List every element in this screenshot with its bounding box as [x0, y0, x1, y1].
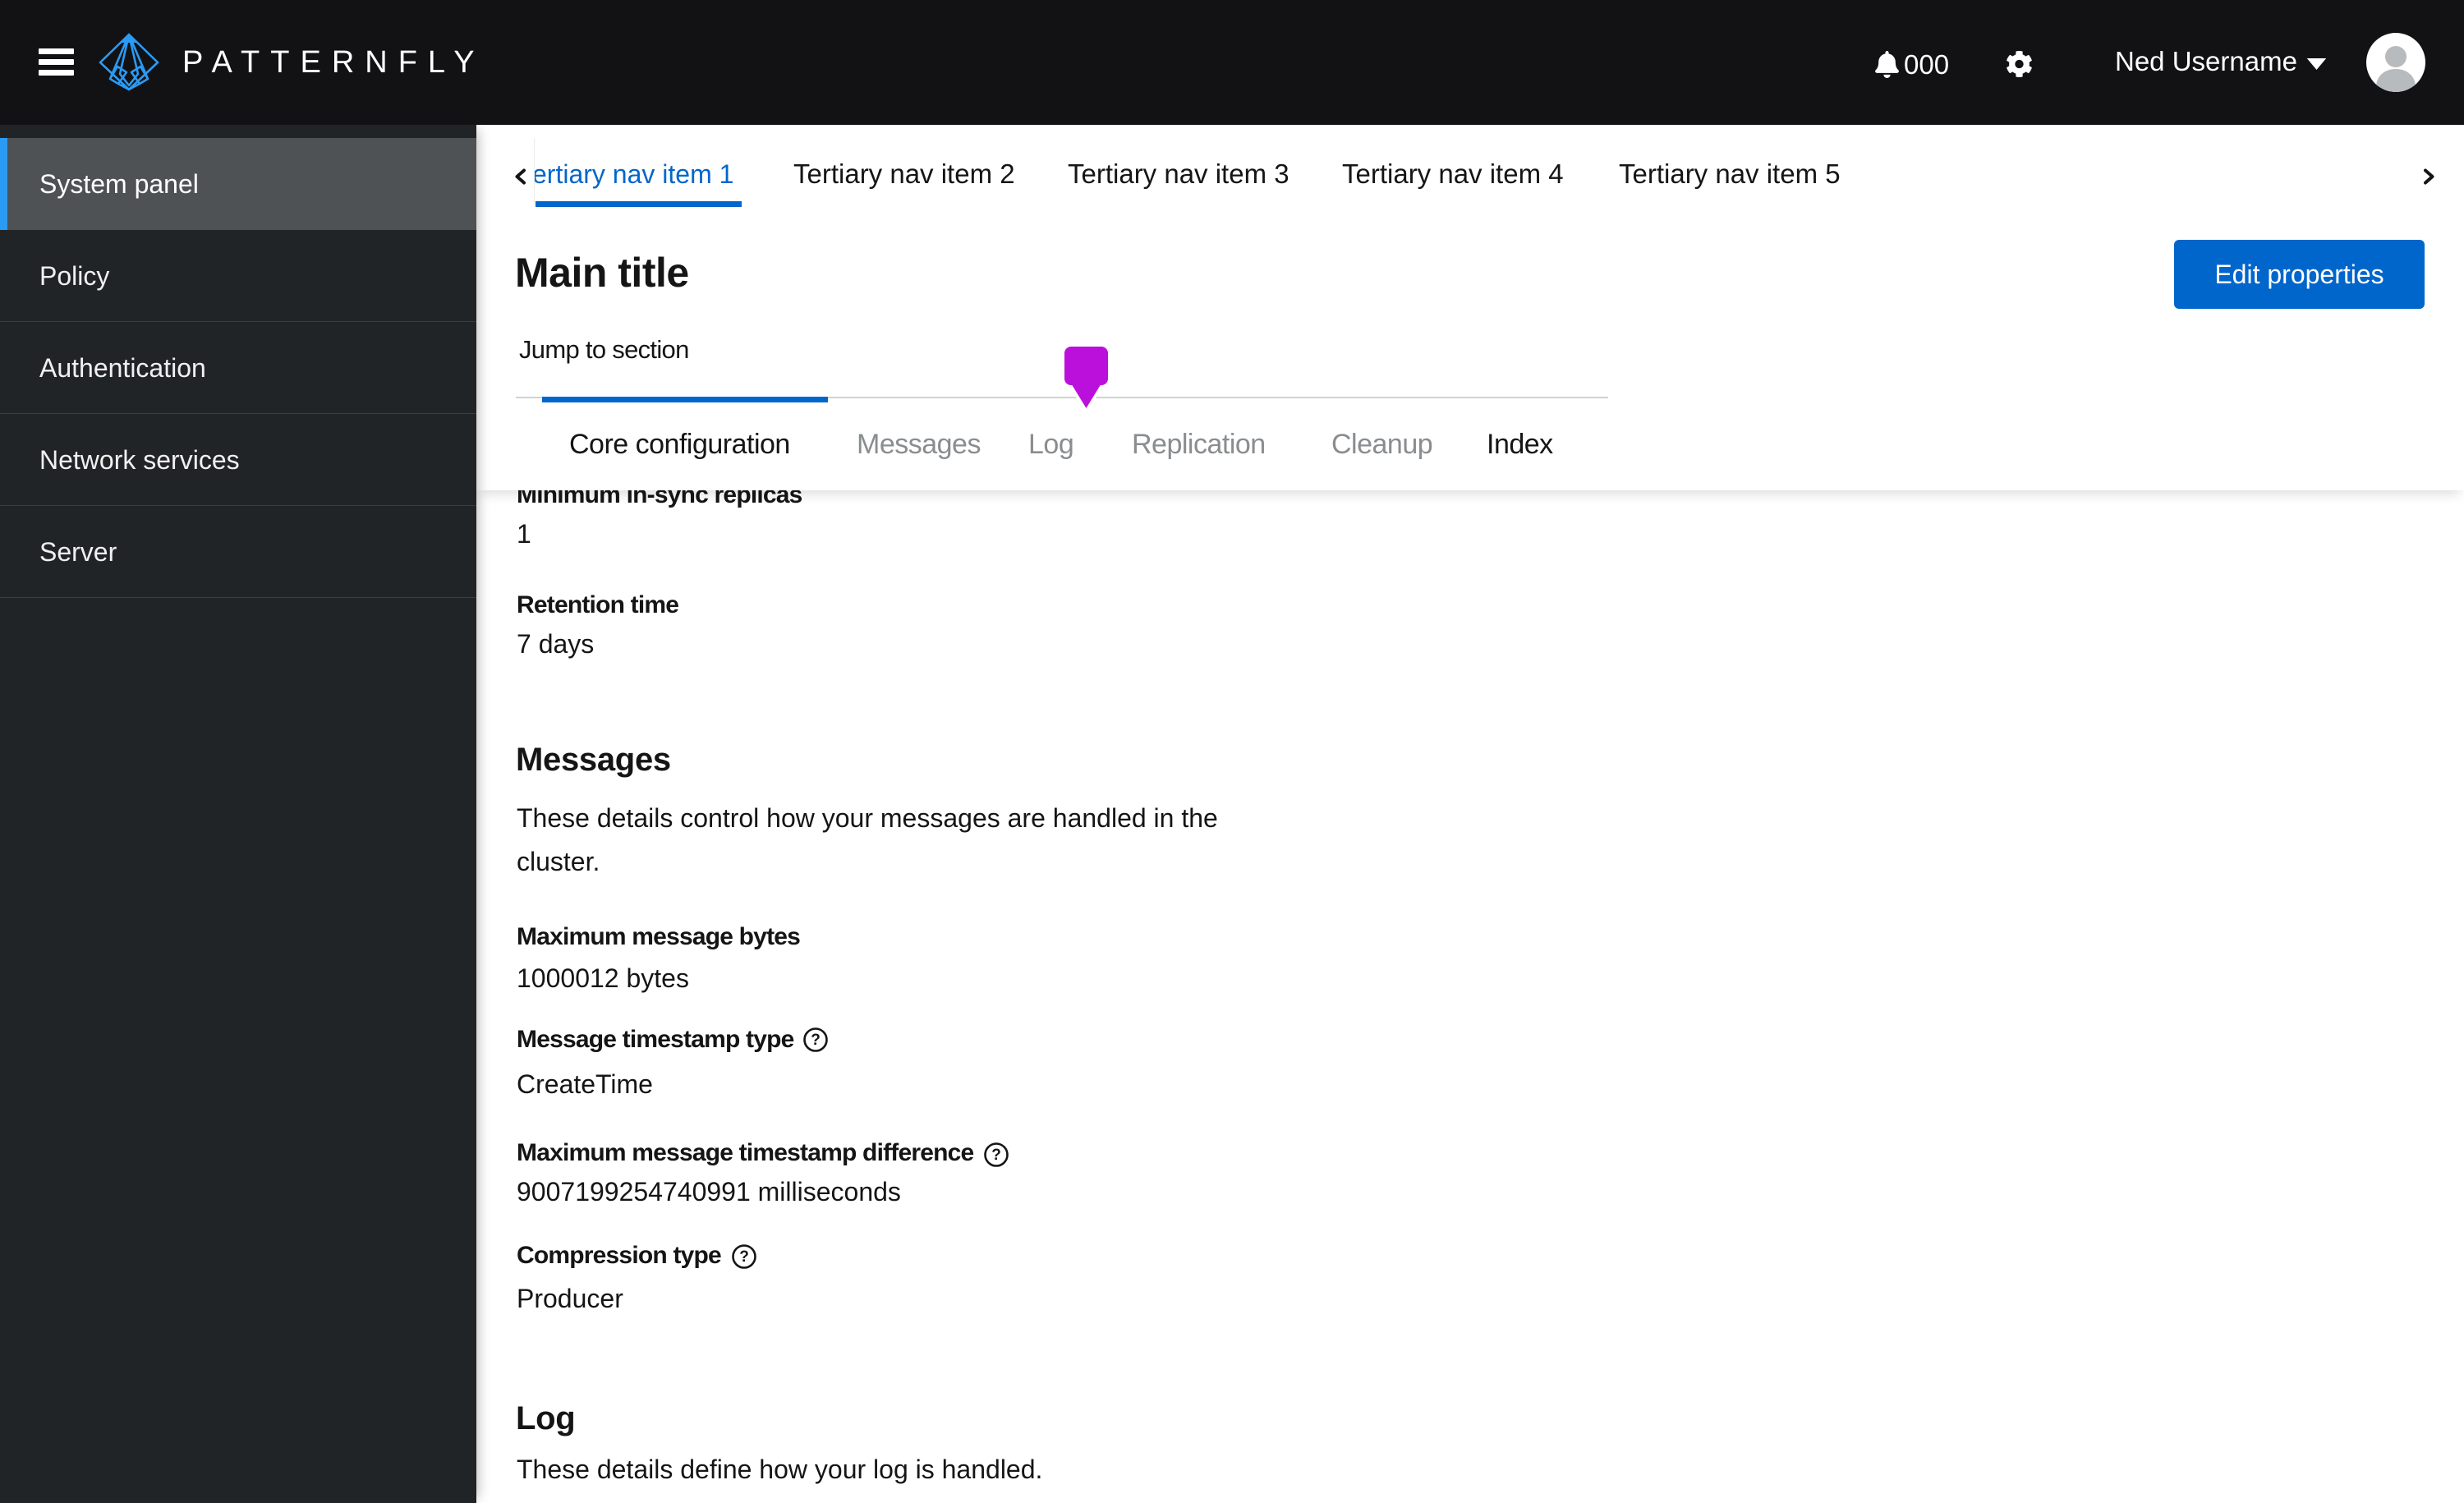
svg-text:?: ?	[991, 1147, 1001, 1164]
svg-text:?: ?	[739, 1248, 749, 1266]
svg-text:?: ?	[811, 1032, 821, 1049]
